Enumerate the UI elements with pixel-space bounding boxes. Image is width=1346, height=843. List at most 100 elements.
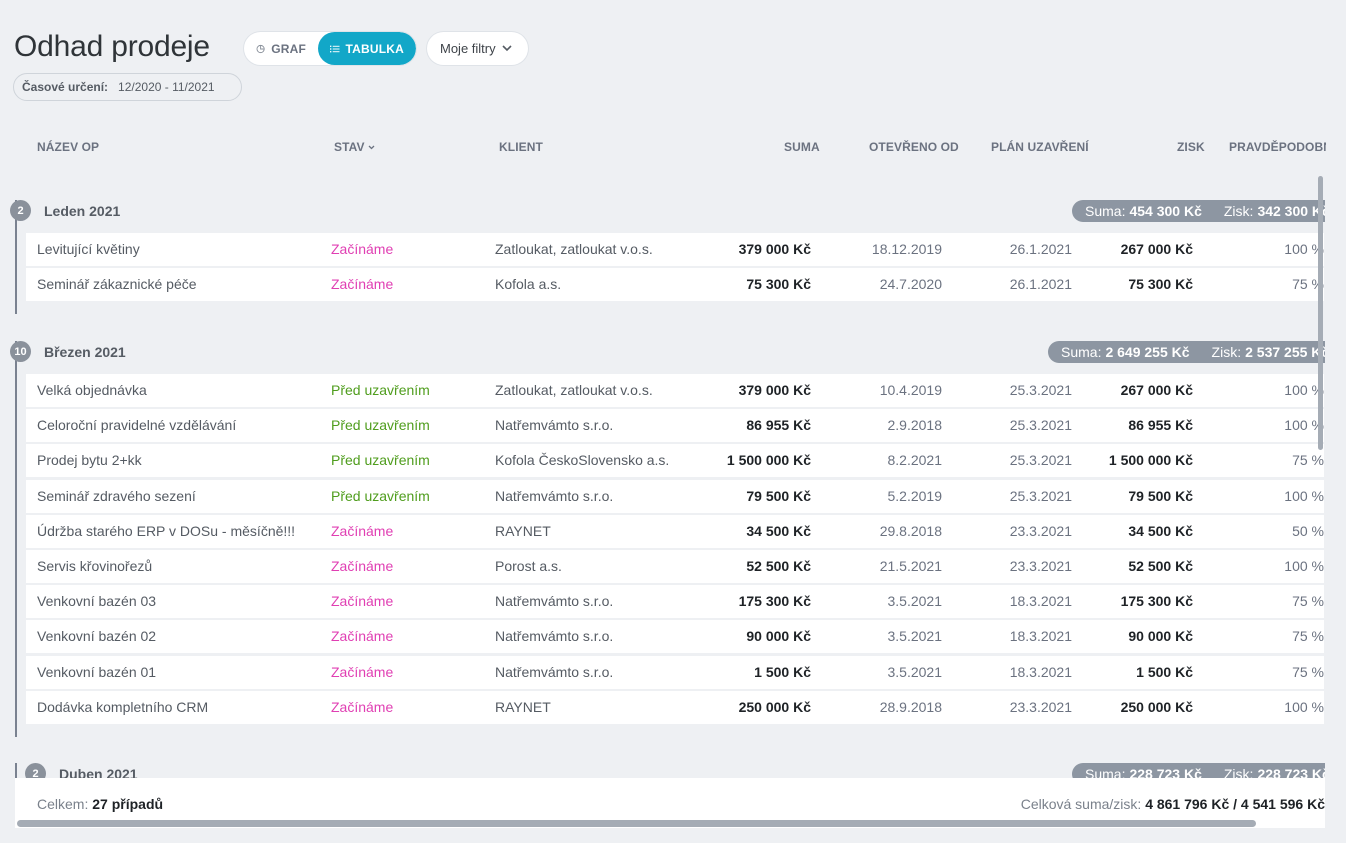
graf-view-button[interactable]: GRAF	[244, 32, 318, 65]
group-name: Leden 2021	[44, 202, 121, 219]
column-header-zisk[interactable]: ZISK	[1177, 140, 1205, 154]
cell-zisk: 86 955 Kč	[1128, 417, 1193, 433]
cell-klient[interactable]: Natřemvámto s.r.o.	[495, 664, 613, 680]
table-row[interactable]: Údržba starého ERP v DOSu - měsíčně!!! Z…	[26, 515, 1324, 548]
cell-klient[interactable]: RAYNET	[495, 699, 551, 715]
table-row[interactable]: Venkovní bazén 03 Začínáme Natřemvámto s…	[26, 585, 1324, 618]
cell-klient[interactable]: Zatloukat, zatloukat v.o.s.	[495, 382, 653, 398]
cell-nazev[interactable]: Servis křovinořezů	[37, 558, 152, 574]
time-range-label: Časové určení:	[22, 80, 109, 94]
table-row[interactable]: Dodávka kompletního CRM Začínáme RAYNET …	[26, 691, 1324, 724]
cell-otevreno: 5.2.2019	[887, 488, 943, 504]
cell-otevreno: 28.9.2018	[879, 699, 942, 715]
column-header-klient[interactable]: KLIENT	[499, 140, 543, 154]
column-header-stav-label: STAV	[334, 140, 365, 154]
my-filters-dropdown[interactable]: Moje filtry	[427, 32, 528, 65]
cell-plan: 26.1.2021	[1009, 276, 1072, 292]
cell-stav: Před uzavřením	[331, 452, 430, 468]
cell-pravdepodobnost: 75 %	[1292, 664, 1324, 680]
group-summary: Suma: 2 649 255 Kč Zisk: 2 537 255 Kč	[1048, 341, 1325, 363]
table-row[interactable]: Celoroční pravidelné vzdělávání Před uza…	[26, 409, 1324, 442]
cell-nazev[interactable]: Levitující květiny	[37, 241, 140, 257]
total-count-value: 27 případů	[92, 796, 164, 812]
group-suma-value: 2 649 255 Kč	[1105, 344, 1190, 360]
vertical-scrollbar[interactable]	[1318, 176, 1323, 450]
cell-nazev[interactable]: Venkovní bazén 03	[37, 593, 156, 609]
group-zisk-label: Zisk:	[1223, 766, 1254, 778]
cell-nazev[interactable]: Dodávka kompletního CRM	[37, 699, 208, 715]
list-icon	[330, 45, 340, 52]
cell-nazev[interactable]: Údržba starého ERP v DOSu - měsíčně!!!	[37, 523, 295, 539]
cell-klient[interactable]: Zatloukat, zatloukat v.o.s.	[495, 241, 653, 257]
table-row[interactable]: Levitující květiny Začínáme Zatloukat, z…	[26, 233, 1324, 266]
cell-otevreno: 8.2.2021	[887, 452, 943, 468]
cell-nazev[interactable]: Velká objednávka	[37, 382, 147, 398]
graf-view-label: GRAF	[271, 41, 306, 56]
cell-zisk: 52 500 Kč	[1128, 558, 1193, 574]
cell-plan: 18.3.2021	[1009, 664, 1072, 680]
cell-otevreno: 24.7.2020	[879, 276, 942, 292]
cell-nazev[interactable]: Celoroční pravidelné vzdělávání	[37, 417, 236, 433]
cell-klient[interactable]: Kofola ČeskoSlovensko a.s.	[495, 452, 669, 468]
my-filters-label: Moje filtry	[440, 41, 496, 56]
cell-pravdepodobnost: 75 %	[1292, 593, 1324, 609]
column-header-otevreno[interactable]: OTEVŘENO OD	[869, 140, 959, 154]
table-row[interactable]: Seminář zdravého sezení Před uzavřením N…	[26, 480, 1324, 513]
group-summary: Suma: 454 300 Kč Zisk: 342 300 Kč	[1072, 200, 1325, 222]
cell-plan: 23.3.2021	[1009, 558, 1072, 574]
time-range-chip[interactable]: Časové určení: 12/2020 - 11/2021	[13, 73, 242, 101]
table-row[interactable]: Servis křovinořezů Začínáme Porost a.s. …	[26, 550, 1324, 583]
tabulka-view-label: TABULKA	[345, 41, 404, 56]
cell-stav: Začínáme	[331, 699, 394, 715]
tabulka-view-button[interactable]: TABULKA	[318, 32, 416, 65]
group-duben-2021: 2 Duben 2021 Suma: 228 723 Kč Zisk: 228 72…	[15, 760, 1325, 778]
cell-nazev[interactable]: Venkovní bazén 02	[37, 628, 156, 644]
horizontal-scrollbar[interactable]	[17, 820, 1256, 827]
column-header-pravdepodobnost[interactable]: PRAVDĚPODOBNOST	[1229, 140, 1326, 154]
cell-suma: 79 500 Kč	[746, 488, 811, 504]
cell-nazev[interactable]: Venkovní bazén 01	[37, 664, 156, 680]
cell-plan: 25.3.2021	[1009, 417, 1072, 433]
cell-nazev[interactable]: Seminář zákaznické péče	[37, 276, 197, 292]
group-header[interactable]: 2 Duben 2021	[25, 763, 138, 778]
group-header[interactable]: 10 Březen 2021	[10, 341, 126, 362]
cell-zisk: 175 300 Kč	[1120, 593, 1193, 609]
cell-pravdepodobnost: 100 %	[1284, 558, 1324, 574]
column-header-plan[interactable]: PLÁN UZAVŘENÍ	[991, 140, 1089, 154]
cell-stav: Začínáme	[331, 664, 394, 680]
group-count-badge: 10	[10, 341, 31, 362]
cell-klient[interactable]: Kofola a.s.	[495, 276, 561, 292]
column-header-nazev[interactable]: NÁZEV OP	[37, 140, 99, 154]
group-border	[15, 763, 17, 778]
column-header-stav[interactable]: STAV	[334, 140, 375, 154]
cell-nazev[interactable]: Seminář zdravého sezení	[37, 488, 196, 504]
table-row[interactable]: Prodej bytu 2+kk Před uzavřením Kofola Č…	[26, 444, 1324, 477]
cell-plan: 18.3.2021	[1009, 628, 1072, 644]
group-name: Duben 2021	[59, 765, 138, 779]
group-zisk-label: Zisk:	[1223, 203, 1254, 219]
total-count: Celkem: 27 případů	[37, 796, 163, 812]
group-suma-label: Suma:	[1085, 766, 1126, 778]
cell-suma: 86 955 Kč	[746, 417, 811, 433]
cell-klient[interactable]: Natřemvámto s.r.o.	[495, 488, 613, 504]
cell-klient[interactable]: Natřemvámto s.r.o.	[495, 593, 613, 609]
column-header-suma[interactable]: SUMA	[784, 140, 820, 154]
group-header[interactable]: 2 Leden 2021	[10, 200, 120, 221]
cell-klient[interactable]: Natřemvámto s.r.o.	[495, 417, 613, 433]
cell-klient[interactable]: Natřemvámto s.r.o.	[495, 628, 613, 644]
table-row[interactable]: Venkovní bazén 01 Začínáme Natřemvámto s…	[26, 656, 1324, 689]
table-row[interactable]: Velká objednávka Před uzavřením Zatlouka…	[26, 374, 1324, 407]
cell-suma: 1 500 Kč	[754, 664, 811, 680]
cell-klient[interactable]: Porost a.s.	[495, 558, 562, 574]
cell-suma: 1 500 000 Kč	[726, 452, 811, 468]
cell-klient[interactable]: RAYNET	[495, 523, 551, 539]
cell-pravdepodobnost: 100 %	[1284, 699, 1324, 715]
total-sum: Celková suma/zisk: 4 861 796 Kč / 4 541 …	[1021, 796, 1325, 812]
cell-nazev[interactable]: Prodej bytu 2+kk	[37, 452, 142, 468]
table-row[interactable]: Seminář zákaznické péče Začínáme Kofola …	[26, 268, 1324, 301]
cell-plan: 25.3.2021	[1009, 488, 1072, 504]
cell-otevreno: 3.5.2021	[887, 664, 943, 680]
cell-stav: Před uzavřením	[331, 417, 430, 433]
table-row[interactable]: Venkovní bazén 02 Začínáme Natřemvámto s…	[26, 620, 1324, 653]
cell-zisk: 75 300 Kč	[1128, 276, 1193, 292]
